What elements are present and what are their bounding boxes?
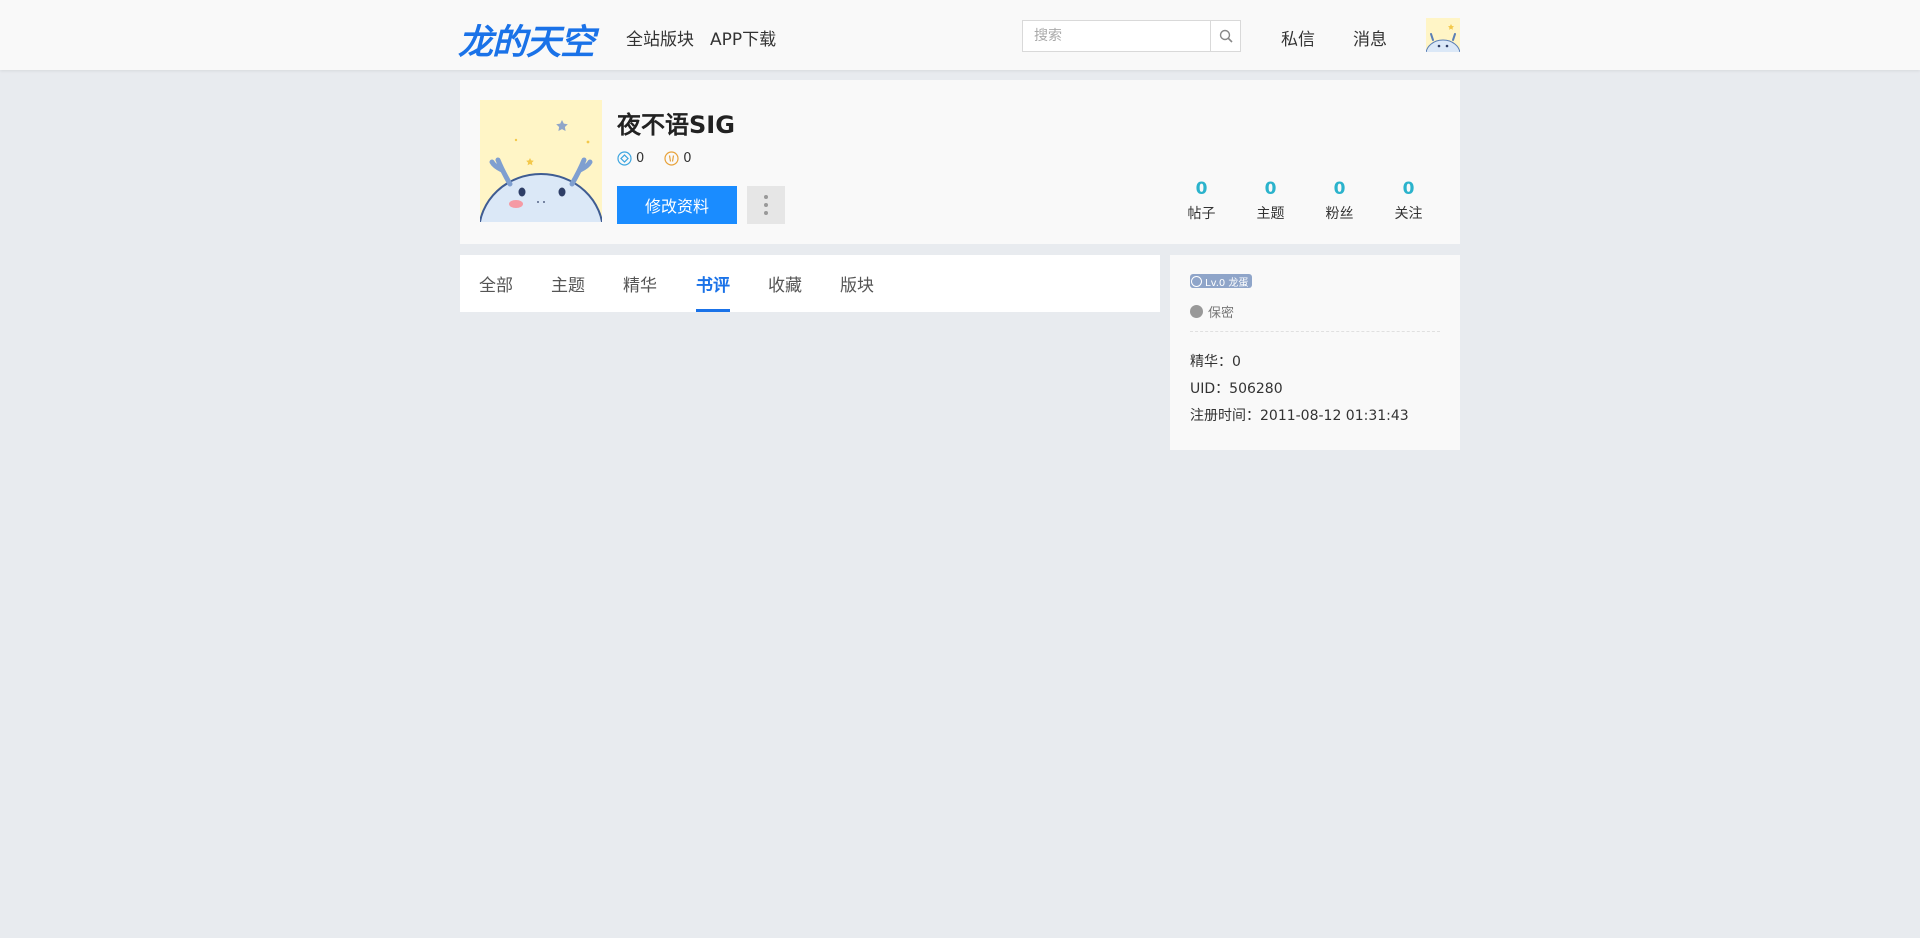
- nav-app-download[interactable]: APP下载: [710, 25, 776, 50]
- tab-book-reviews[interactable]: 书评: [696, 271, 730, 312]
- search-button[interactable]: [1210, 21, 1240, 51]
- points-stat: 0: [617, 151, 644, 166]
- info-featured-row: 精华：0: [1190, 354, 1241, 370]
- edit-profile-button[interactable]: 修改资料: [617, 186, 737, 224]
- tab-topics[interactable]: 主题: [551, 271, 585, 312]
- profile-stats: 0 0: [617, 151, 712, 166]
- site-logo[interactable]: 龙的天空: [458, 14, 595, 65]
- level-icon: [1191, 275, 1202, 287]
- coins-stat: 0: [664, 151, 692, 166]
- coins-value: 0: [683, 151, 692, 166]
- count-fans[interactable]: 0 粉丝: [1305, 179, 1374, 223]
- user-info-panel: Lv.0 龙蛋 保密 精华：0 UID：506280 注册时间：2011-08-…: [1170, 255, 1460, 450]
- top-bar: 龙的天空 全站版块 APP下载 私信 消息: [0, 0, 1920, 70]
- search-box: [1022, 20, 1241, 52]
- info-register-time-row: 注册时间：2011-08-12 01:31:43: [1190, 408, 1409, 424]
- user-avatar[interactable]: [1426, 18, 1460, 52]
- info-uid-row: UID：506280: [1190, 381, 1283, 397]
- tab-featured[interactable]: 精华: [623, 271, 657, 312]
- profile-avatar[interactable]: [480, 100, 602, 222]
- count-following[interactable]: 0 关注: [1374, 179, 1443, 223]
- diamond-icon: [617, 151, 632, 166]
- search-input[interactable]: [1023, 21, 1210, 51]
- nav-all-boards[interactable]: 全站版块: [626, 25, 694, 50]
- profile-username: 夜不语SIG: [617, 111, 735, 139]
- tab-all[interactable]: 全部: [479, 271, 513, 312]
- gender-info: 保密: [1190, 302, 1234, 321]
- profile-tabs: 全部 主题 精华 书评 收藏 版块: [460, 255, 1160, 312]
- level-badge: Lv.0 龙蛋: [1190, 274, 1253, 289]
- search-icon: [1219, 29, 1233, 43]
- dragon-mascot-icon: [480, 120, 602, 222]
- coin-icon: [664, 151, 679, 166]
- tab-boards[interactable]: 版块: [840, 271, 874, 312]
- notifications-link[interactable]: 消息: [1353, 25, 1387, 50]
- more-options-button[interactable]: [747, 186, 785, 224]
- points-value: 0: [636, 151, 645, 166]
- gender-icon: [1190, 305, 1203, 318]
- count-posts[interactable]: 0 帖子: [1167, 179, 1236, 223]
- info-divider: [1190, 331, 1440, 332]
- more-dots-icon: [764, 195, 768, 199]
- profile-counts: 0 帖子 0 主题 0 粉丝 0 关注: [1167, 179, 1443, 223]
- tab-favorites[interactable]: 收藏: [768, 271, 802, 312]
- private-message-link[interactable]: 私信: [1281, 25, 1315, 50]
- dragon-mascot-icon: [1426, 24, 1460, 52]
- profile-card: 夜不语SIG 0 0 修改资料 0 帖子 0 主题 0 粉丝 0 关注: [460, 80, 1460, 244]
- count-topics[interactable]: 0 主题: [1236, 179, 1305, 223]
